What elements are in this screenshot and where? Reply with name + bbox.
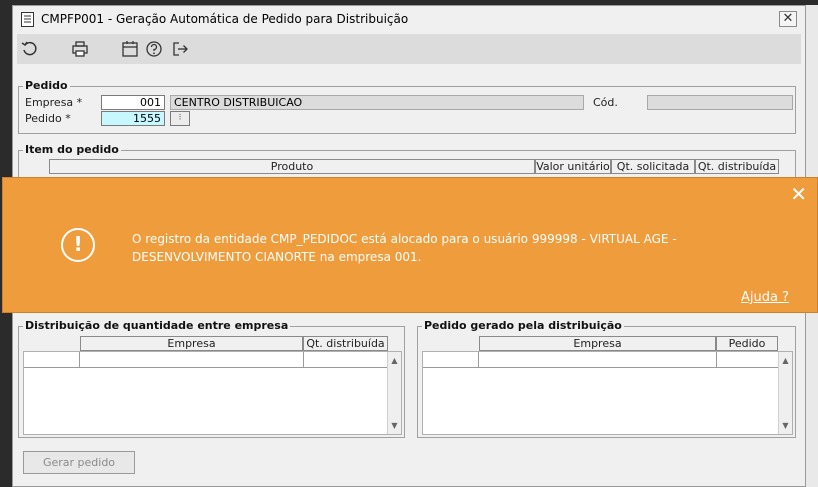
title-bar: CMPFP001 - Geração Automática de Pedido … [13, 6, 805, 32]
toast-message: O registro da entidade CMP_PEDIDOC está … [132, 232, 677, 264]
col-qt-solicitada[interactable]: Qt. solicitada [611, 159, 695, 174]
distribuicao-scrollbar[interactable]: ▲ ▼ [387, 352, 401, 434]
window-close-button[interactable]: ✕ [779, 11, 797, 27]
gerar-pedido-button[interactable]: Gerar pedido [23, 451, 135, 474]
col-gerado-empresa[interactable]: Empresa [479, 336, 716, 351]
calendar-icon[interactable] [121, 40, 139, 58]
distribuicao-grid[interactable]: ▲ ▼ [23, 351, 402, 435]
exit-icon[interactable] [171, 40, 189, 58]
item-legend: Item do pedido [23, 143, 121, 156]
grid-cell[interactable] [304, 352, 388, 368]
pedido-group: Pedido Empresa * 001 CENTRO DISTRIBUICAO… [18, 79, 796, 134]
help-icon[interactable] [145, 40, 163, 58]
grid-cell[interactable] [24, 352, 80, 368]
pedido-legend: Pedido [23, 79, 70, 92]
print-icon[interactable] [71, 40, 89, 58]
pedido-lookup-button[interactable]: ⁝ [170, 111, 190, 126]
scroll-down-icon[interactable]: ▼ [779, 419, 792, 432]
distribuicao-legend: Distribuição de quantidade entre empresa [23, 319, 291, 332]
col-produto[interactable]: Produto [49, 159, 535, 174]
gerado-legend: Pedido gerado pela distribuição [422, 319, 624, 332]
cod-field [647, 95, 793, 110]
col-valor-unitario[interactable]: Valor unitário [535, 159, 611, 174]
scroll-up-icon[interactable]: ▲ [388, 354, 401, 367]
alert-toast: ✕ ! O registro da entidade CMP_PEDIDOC e… [2, 177, 818, 313]
pedido-label: Pedido * [25, 112, 71, 125]
empresa-label: Empresa * [25, 96, 83, 109]
document-icon [21, 12, 34, 27]
gerado-group: Pedido gerado pela distribuição Empresa … [417, 319, 796, 438]
help-link[interactable]: Ajuda ? [741, 290, 789, 305]
refresh-icon[interactable] [21, 40, 39, 58]
grid-cell[interactable] [479, 352, 717, 368]
empresa-name-field: CENTRO DISTRIBUICAO [170, 95, 584, 110]
col-gerado-pedido[interactable]: Pedido [716, 336, 778, 351]
toolbar [17, 34, 801, 64]
grid-cell[interactable] [80, 352, 304, 368]
grid-cell[interactable] [717, 352, 779, 368]
scroll-down-icon[interactable]: ▼ [388, 419, 401, 432]
cod-label: Cód. [593, 96, 618, 109]
grid-cell[interactable] [423, 352, 479, 368]
distribuicao-group: Distribuição de quantidade entre empresa… [18, 319, 405, 438]
toast-close-icon[interactable]: ✕ [790, 184, 807, 204]
pedido-input[interactable]: 1555 [101, 111, 165, 126]
gerado-grid[interactable]: ▲ ▼ [422, 351, 793, 435]
window-title: CMPFP001 - Geração Automática de Pedido … [41, 12, 409, 26]
scroll-up-icon[interactable]: ▲ [779, 354, 792, 367]
col-dist-qt[interactable]: Qt. distribuída [303, 336, 388, 351]
col-dist-empresa[interactable]: Empresa [80, 336, 303, 351]
gerado-scrollbar[interactable]: ▲ ▼ [778, 352, 792, 434]
col-qt-distribuida[interactable]: Qt. distribuída [695, 159, 779, 174]
empresa-input[interactable]: 001 [101, 95, 165, 110]
warning-icon: ! [61, 228, 95, 262]
